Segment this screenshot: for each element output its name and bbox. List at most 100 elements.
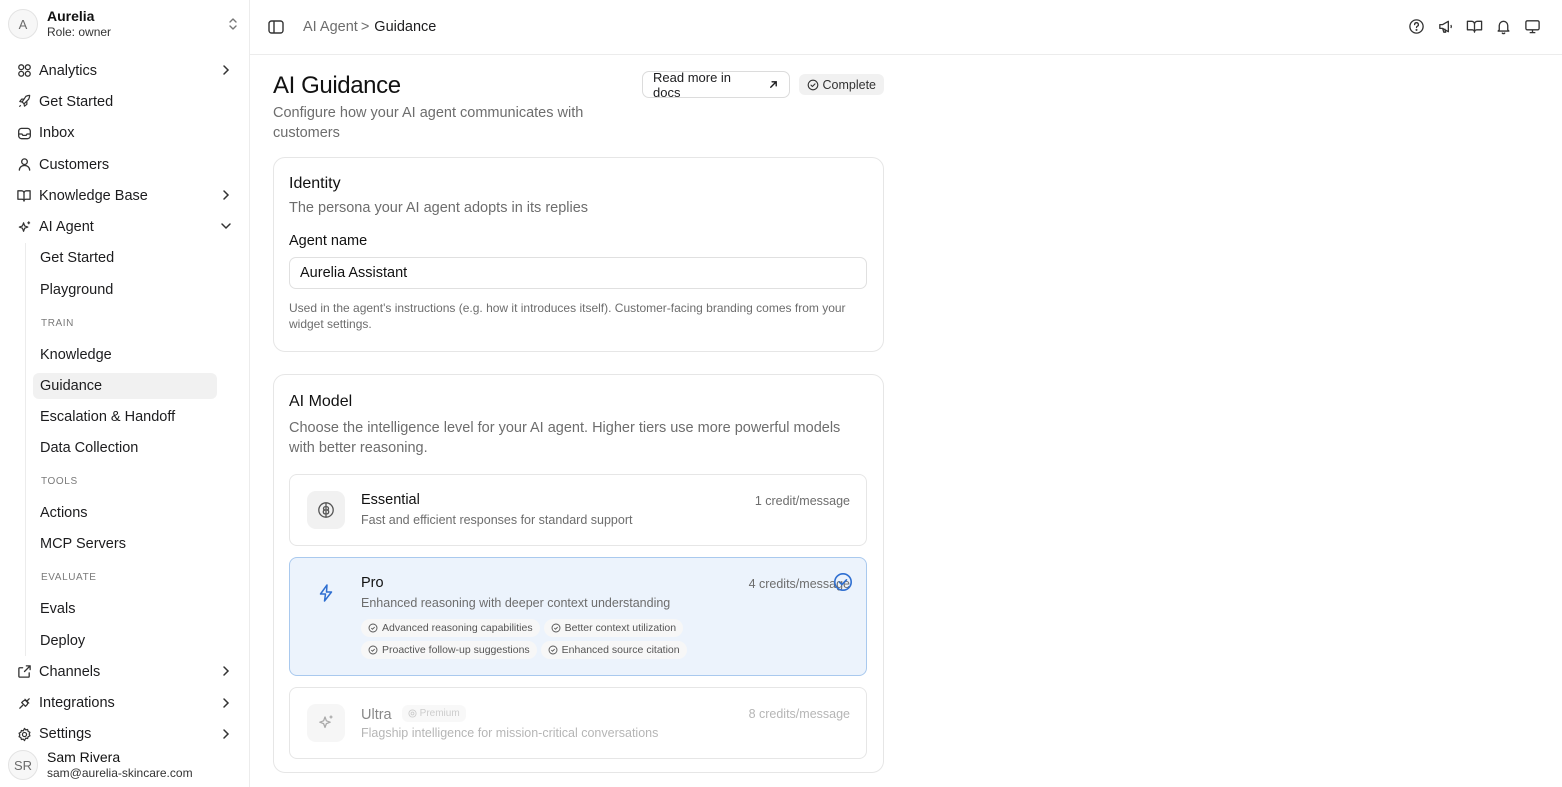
tier-ultra[interactable]: Ultra Premium Flagship intelligence for … [289,687,867,759]
section-label-train: TRAIN [41,317,74,329]
gear-icon [16,726,32,742]
subnav-data-collection[interactable]: Data Collection [0,433,249,464]
sparkle-icon [307,704,345,742]
breadcrumb-parent[interactable]: AI Agent [303,19,358,35]
tier-essential[interactable]: Essential Fast and efficient responses f… [289,474,867,546]
book-icon[interactable] [1466,18,1484,36]
main-nav: Analytics Get Started Inbox Customers Kn… [0,48,249,750]
plug-icon [16,695,32,711]
chevron-up-down-icon [229,18,237,30]
tier-pro[interactable]: Pro Enhanced reasoning with deeper conte… [289,557,867,676]
workspace-name: Aurelia [47,8,95,24]
workspace-info: Aurelia Role: owner [47,8,227,40]
nav-item-ai-agent[interactable]: AI Agent [0,211,249,242]
tier-description: Enhanced reasoning with deeper context u… [361,596,671,610]
nav-item-integrations[interactable]: Integrations [0,688,249,719]
identity-title: Identity [289,175,341,192]
nav-item-channels[interactable]: Channels [0,656,249,687]
identity-card: Identity The persona your AI agent adopt… [273,157,884,352]
chevron-down-icon [221,223,231,230]
read-docs-button[interactable]: Read more in docs [642,69,790,100]
sparkle-icon [16,219,32,235]
feature-label: Better context utilization [564,622,677,634]
lightning-icon [307,574,345,612]
premium-badge-label: Premium [419,708,460,719]
chevron-right-icon [223,65,230,75]
user-name: Sam Rivera [47,749,121,765]
ai-model-card: AI Model Choose the intelligence level f… [273,374,884,773]
nav-item-inbox[interactable]: Inbox [0,118,249,149]
nav-item-customers[interactable]: Customers [0,149,249,180]
user-profile[interactable]: SR Sam Rivera sam@aurelia-skincare.com [0,743,249,787]
nav-label: Integrations [39,695,115,712]
section-label-evaluate: EVALUATE [41,572,97,584]
topbar: AI Agent > Guidance [250,0,1562,55]
nav-label: Customers [39,156,110,173]
subnav-get-started[interactable]: Get Started [0,243,249,274]
status-badge-label: Complete [822,77,877,92]
nav-item-knowledge-base[interactable]: Knowledge Base [0,180,249,211]
identity-description: The persona your AI agent adopts in its … [289,200,589,216]
page-header: AI Guidance Configure how your AI agent … [273,69,884,157]
brain-icon [307,491,345,529]
subnav-guidance[interactable]: Guidance [33,372,217,399]
tier-cost: 1 credit/message [754,494,850,508]
bell-icon[interactable] [1495,18,1513,36]
tier-name: Ultra [361,707,392,723]
check-circle-icon [807,79,818,90]
user-avatar: SR [8,750,38,780]
topbar-actions [1408,18,1542,36]
ai-model-description: Choose the intelligence level for your A… [289,420,841,456]
tier-cost: 8 credits/message [748,707,850,721]
agent-name-input[interactable] [289,257,867,289]
chevron-right-icon [223,697,230,708]
guidance-content: AI Guidance Configure how your AI agent … [273,69,884,773]
inbox-icon [16,125,32,141]
app-root: A Aurelia Role: owner Analytics Get Star… [0,0,1562,787]
book-icon [16,188,32,204]
nav-item-get-started[interactable]: Get Started [0,86,249,117]
nav-label: Inbox [39,125,75,142]
agent-name-label: Agent name [289,233,368,249]
subnav-actions[interactable]: Actions [0,498,249,529]
tier-description: Fast and efficient responses for standar… [361,513,633,527]
subnav-evals[interactable]: Evals [0,594,249,625]
tier-description: Flagship intelligence for mission-critic… [361,726,659,740]
rocket-icon [16,94,32,110]
section-label-tools: TOOLS [41,476,78,488]
help-icon[interactable] [1408,18,1426,36]
status-badge: Complete [798,74,884,95]
user-icon [16,157,32,173]
chevron-right-icon [223,190,230,200]
subnav-mcp-servers[interactable]: MCP Servers [0,529,249,560]
feature-chip: Advanced reasoning capabilities [361,619,540,637]
breadcrumb-separator: > [360,19,370,35]
nav-label: Knowledge Base [39,187,148,204]
breadcrumb: AI Agent > Guidance [303,19,436,35]
sidebar-toggle-icon[interactable] [267,18,285,36]
nav-label: Analytics [39,62,98,79]
share-icon [16,664,32,680]
subnav-knowledge[interactable]: Knowledge [0,339,249,370]
subnav-escalation-handoff[interactable]: Escalation & Handoff [0,401,249,432]
nav-item-analytics[interactable]: Analytics [0,55,249,86]
subnav-playground[interactable]: Playground [0,274,249,305]
feature-label: Advanced reasoning capabilities [382,622,533,634]
workspace-switcher[interactable]: A Aurelia Role: owner [0,0,249,48]
chevron-right-icon [223,666,230,676]
selected-check-icon [834,573,852,591]
nav-label: Channels [39,663,101,680]
check-circle-icon [368,623,378,633]
read-docs-label: Read more in docs [653,69,732,100]
user-email: sam@aurelia-skincare.com [47,766,193,780]
monitor-icon[interactable] [1524,18,1542,36]
agent-name-hint: Used in the agent's instructions (e.g. h… [289,301,846,331]
page-header-actions: Read more in docs Complete [642,69,884,100]
tier-name: Pro [361,575,384,591]
page-description: Configure how your AI agent communicates… [273,105,584,141]
check-circle-icon [368,645,378,655]
ai-model-title: AI Model [289,393,353,410]
main-area: AI Agent > Guidance AI Guidance Configur… [250,0,1562,787]
megaphone-icon[interactable] [1437,18,1455,36]
subnav-deploy[interactable]: Deploy [0,625,249,656]
